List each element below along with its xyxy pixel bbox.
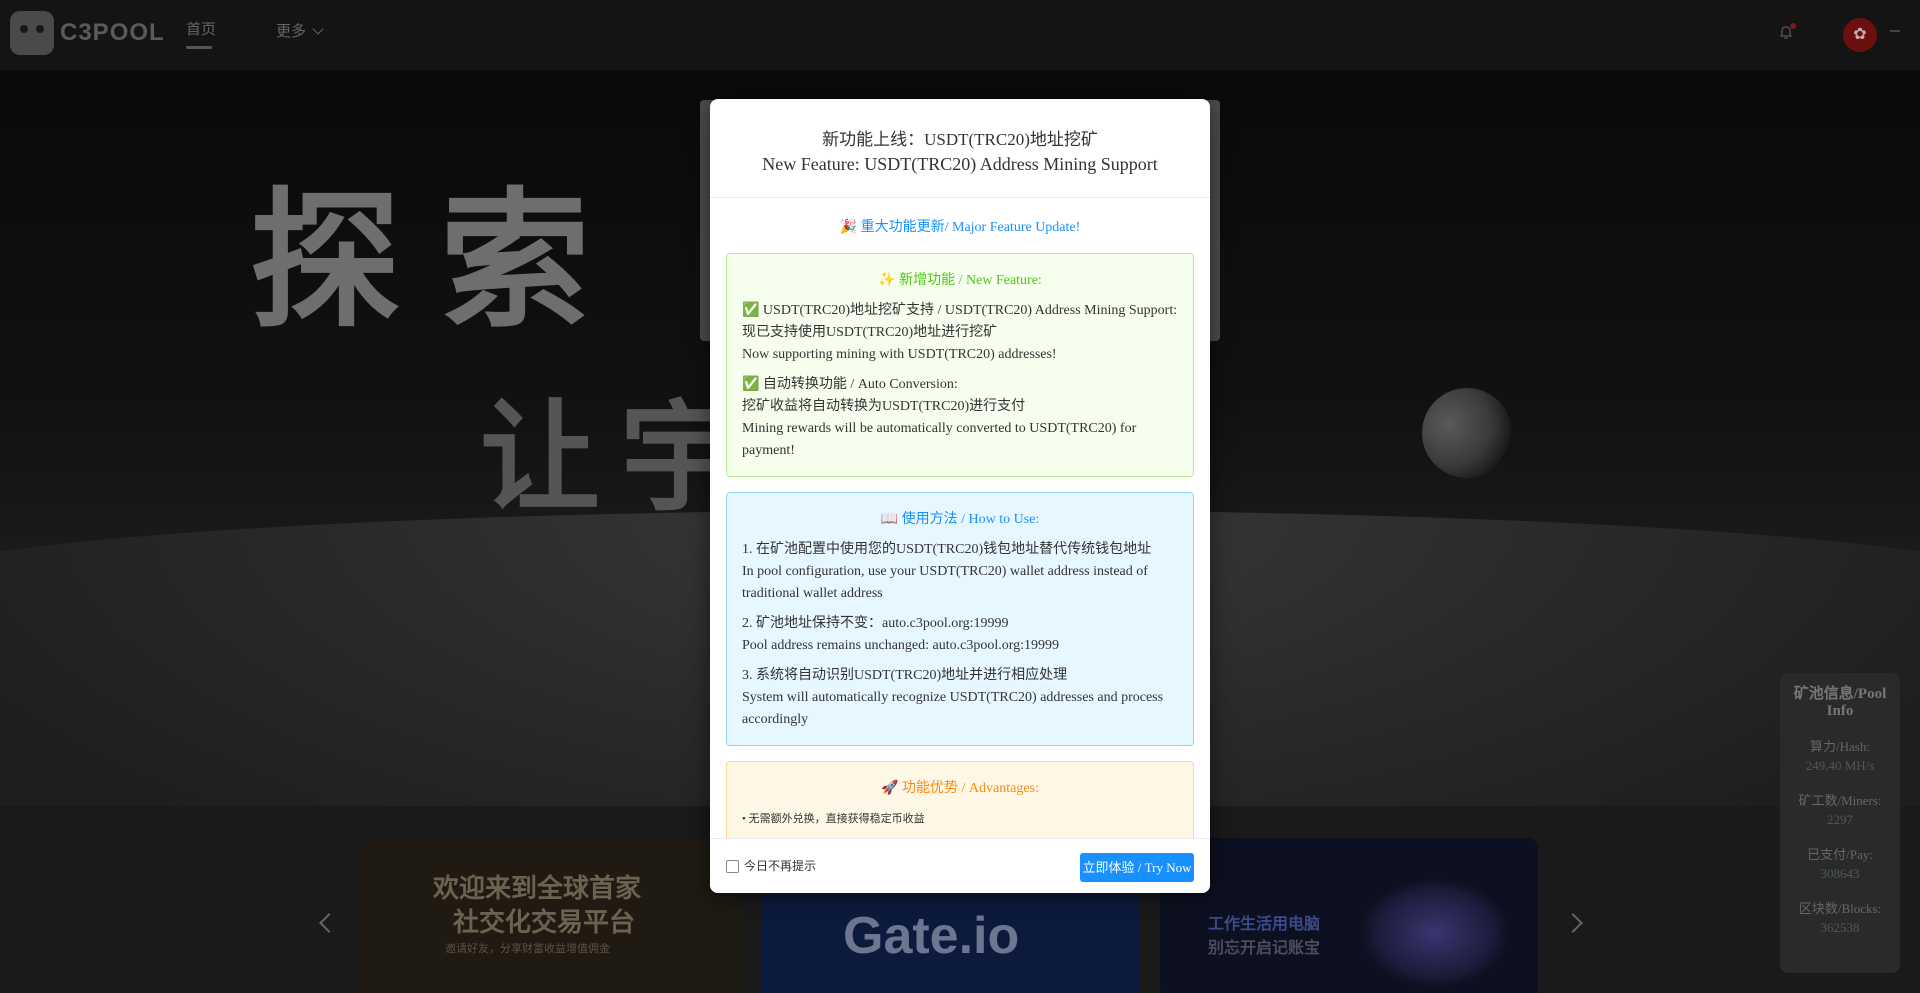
hash-label: 算力/Hash:: [1810, 739, 1870, 754]
banner-headline: 欢迎来到全球首家: [433, 874, 642, 903]
advantages-title: 🚀 功能优势 / Advantages:: [881, 781, 1039, 796]
advantage-item: • 无需额外兑换，直接获得稳定币收益: [742, 813, 925, 825]
language-dropdown-icon[interactable]: [1890, 30, 1900, 32]
feature-item-zh: 现已支持使用USDT(TRC20)地址进行挖矿: [742, 325, 998, 340]
language-flag-icon[interactable]: ✿: [1843, 18, 1877, 52]
pay-value: 308643: [1820, 866, 1860, 881]
step-en: System will automatically recognize USDT…: [742, 690, 1164, 727]
chevron-down-icon: [312, 22, 324, 35]
step-en: In pool configuration, use your USDT(TRC…: [742, 564, 1148, 601]
dont-show-again-label[interactable]: 今日不再提示: [744, 857, 816, 874]
nav-more-dropdown[interactable]: 更多: [276, 20, 324, 41]
blocks-label: 区块数/Blocks:: [1798, 901, 1882, 916]
banner-subheadline: 别忘开启记账宝: [1208, 940, 1321, 957]
blocks-value: 362538: [1820, 920, 1860, 935]
step-item: 1. 在矿池配置中使用您的USDT(TRC20)钱包地址替代传统钱包地址 In …: [742, 539, 1178, 605]
nav-active-indicator: [186, 46, 212, 49]
feature-item-en: Now supporting mining with USDT(TRC20) a…: [742, 347, 1057, 362]
major-update-notice: 🎉 重大功能更新/ Major Feature Update!: [839, 220, 1081, 235]
modal-body[interactable]: 🎉 重大功能更新/ Major Feature Update! ✨ 新增功能 /…: [710, 198, 1210, 838]
cat-logo-icon: [10, 11, 54, 55]
feature-item: ✅ 自动转换功能 / Auto Conversion: 挖矿收益将自动转换为US…: [742, 374, 1178, 462]
banner-subheadline: 社交化交易平台: [453, 908, 636, 937]
dont-show-again-checkbox[interactable]: [726, 860, 739, 873]
nav-home[interactable]: 首页: [186, 18, 216, 39]
feature-item-zh: 挖矿收益将自动转换为USDT(TRC20)进行支付: [742, 399, 1026, 414]
feature-announcement-modal: 新功能上线：USDT(TRC20)地址挖矿 New Feature: USDT(…: [710, 99, 1210, 893]
advantages-box: 🚀 功能优势 / Advantages: • 无需额外兑换，直接获得稳定币收益: [726, 761, 1194, 838]
hash-value: 249.40 MH/s: [1805, 758, 1875, 773]
modal-title-en: New Feature: USDT(TRC20) Address Mining …: [762, 154, 1158, 174]
pay-label: 已支付/Pay:: [1807, 847, 1873, 862]
miners-value: 2297: [1827, 812, 1853, 827]
nav-more-label: 更多: [276, 24, 307, 40]
pool-info-title: 矿池信息/Pool Info: [1793, 686, 1887, 719]
new-feature-title: ✨ 新增功能 / New Feature:: [878, 273, 1042, 288]
feature-item-en: Mining rewards will be automatically con…: [742, 421, 1137, 458]
galaxy-image: [1360, 878, 1510, 988]
modal-title-zh: 新功能上线：USDT(TRC20)地址挖矿: [822, 130, 1098, 149]
how-to-use-box: 📖 使用方法 / How to Use: 1. 在矿池配置中使用您的USDT(T…: [726, 492, 1194, 746]
try-now-button[interactable]: 立即体验 / Try Now: [1080, 853, 1194, 882]
step-item: 2. 矿池地址保持不变：auto.c3pool.org:19999 Pool a…: [742, 613, 1178, 657]
promo-banner-social-trading[interactable]: 欢迎来到全球首家 社交化交易平台 邀请好友，分享财富收益增值佣金: [361, 838, 739, 993]
step-zh: 2. 矿池地址保持不变：auto.c3pool.org:19999: [742, 616, 1009, 631]
step-zh: 1. 在矿池配置中使用您的USDT(TRC20)钱包地址替代传统钱包地址: [742, 542, 1152, 557]
feature-item-heading: ✅ 自动转换功能 / Auto Conversion:: [742, 377, 958, 392]
banner-headline: 工作生活用电脑: [1208, 916, 1321, 933]
step-zh: 3. 系统将自动识别USDT(TRC20)地址并进行相应处理: [742, 668, 1068, 683]
pool-info-panel: 矿池信息/Pool Info 算力/Hash: 249.40 MH/s 矿工数/…: [1780, 673, 1900, 973]
moon-image: [1422, 388, 1512, 478]
modal-header: 新功能上线：USDT(TRC20)地址挖矿 New Feature: USDT(…: [710, 99, 1210, 198]
new-feature-box: ✨ 新增功能 / New Feature: ✅ USDT(TRC20)地址挖矿支…: [726, 253, 1194, 477]
step-item: 3. 系统将自动识别USDT(TRC20)地址并进行相应处理 System wi…: [742, 665, 1178, 731]
logo[interactable]: C3POOL: [10, 10, 165, 56]
notification-dot: [1790, 23, 1796, 29]
step-en: Pool address remains unchanged: auto.c3p…: [742, 638, 1060, 653]
hero-calligraphy-line1: 探索: [250, 173, 631, 349]
top-header: C3POOL 首页 更多 ✿: [0, 0, 1920, 70]
how-to-use-title: 📖 使用方法 / How to Use:: [880, 512, 1040, 527]
logo-text: C3POOL: [60, 19, 165, 46]
feature-item: ✅ USDT(TRC20)地址挖矿支持 / USDT(TRC20) Addres…: [742, 300, 1178, 366]
banner-caption: 邀请好友，分享财富收益增值佣金: [445, 943, 610, 955]
miners-label: 矿工数/Miners:: [1798, 793, 1882, 808]
gateio-logo: Gate.io: [843, 907, 1020, 965]
promo-banner-accounting[interactable]: 工作生活用电脑 别忘开启记账宝: [1160, 838, 1538, 993]
feature-item-heading: ✅ USDT(TRC20)地址挖矿支持 / USDT(TRC20) Addres…: [742, 303, 1178, 318]
modal-footer: 今日不再提示 立即体验 / Try Now: [710, 838, 1210, 893]
